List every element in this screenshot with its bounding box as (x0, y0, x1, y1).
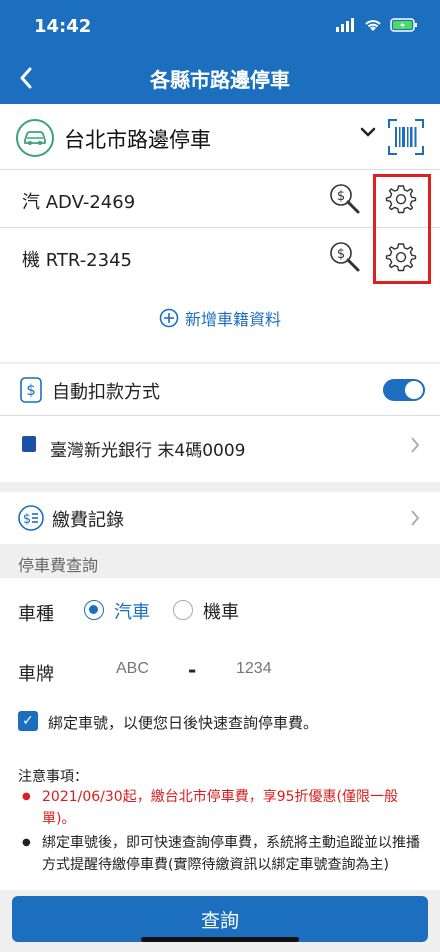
bank-icon (22, 436, 36, 452)
app-header: 14:42 各縣市路邊停車 (0, 0, 440, 104)
svg-text:$: $ (26, 381, 36, 399)
gear-highlight-box (373, 174, 431, 284)
status-time: 14:42 (34, 16, 92, 37)
wifi-icon (365, 20, 381, 31)
page-title: 各縣市路邊停車 (150, 68, 290, 92)
autopay-row: $ 自動扣款方式 (0, 364, 440, 416)
barcode-icon[interactable] (387, 118, 425, 156)
query-button[interactable]: 查詢 (12, 896, 428, 942)
status-icons (336, 18, 418, 32)
notice-title: 注意事項： (18, 769, 88, 785)
radio-car-label[interactable]: 汽車 (114, 598, 150, 624)
autopay-toggle[interactable] (383, 379, 425, 401)
notice-item: 2021/06/30起，繳台北市停車費，享95折優惠(僅限一般單)。 (22, 786, 426, 830)
plate-prefix-input[interactable] (116, 660, 196, 678)
bank-account-row[interactable]: 臺灣新光銀行 末4碼0009 (0, 416, 440, 476)
radio-scooter[interactable] (173, 600, 193, 620)
radio-scooter-label[interactable]: 機車 (203, 598, 239, 624)
chevron-down-icon[interactable] (360, 126, 376, 138)
chevron-right-icon (411, 510, 420, 526)
signal-icon (336, 18, 354, 32)
dollar-list-icon: $ (18, 505, 44, 531)
bank-label: 臺灣新光銀行 末4碼0009 (50, 441, 246, 461)
svg-text:$: $ (23, 512, 31, 527)
notice-item: 綁定車號後，即可快速查詢停車費，系統將主動追蹤並以推播方式提醒待繳停車費(實際待… (22, 832, 426, 888)
dollar-refresh-icon: $ (20, 377, 42, 403)
search-dollar-icon[interactable]: $ (328, 240, 362, 274)
add-vehicle-label: 新增車籍資料 (184, 310, 281, 329)
query-section-title: 停車費查詢 (18, 556, 99, 575)
toggle-knob (405, 381, 423, 399)
payment-card: $ 自動扣款方式 臺灣新光銀行 末4碼0009 (0, 364, 440, 482)
bind-plate-checkbox[interactable]: ✓ (18, 711, 38, 731)
search-dollar-icon[interactable]: $ (328, 182, 362, 216)
svg-text:$: $ (337, 189, 345, 204)
plate-dash: - (188, 658, 197, 682)
svg-text:$: $ (337, 247, 345, 262)
plus-circle-icon (159, 308, 179, 328)
vehicle-label: 汽 ADV-2469 (22, 192, 136, 213)
add-vehicle-button[interactable]: 新增車籍資料 (0, 298, 440, 338)
bind-plate-label: 綁定車號，以便您日後快速查詢停車費。 (48, 714, 319, 732)
home-indicator (141, 937, 299, 942)
records-label: 繳費記錄 (52, 510, 124, 531)
radio-car[interactable] (84, 600, 104, 620)
city-selector[interactable]: 台北市路邊停車 (0, 104, 440, 170)
vehicle-type-label: 車種 (18, 604, 54, 625)
car-icon (16, 119, 54, 157)
plate-label: 車牌 (18, 664, 54, 685)
autopay-label: 自動扣款方式 (52, 382, 160, 403)
chevron-right-icon (411, 437, 420, 453)
city-name: 台北市路邊停車 (64, 128, 211, 152)
plate-number-input[interactable] (236, 660, 316, 678)
payment-records-row[interactable]: $ 繳費記錄 (0, 492, 440, 544)
query-card: 車種 汽車 機車 車牌 - ✓ 綁定車號，以便您日後快速查詢停車費。 注意事項：… (0, 578, 440, 890)
battery-icon (390, 18, 417, 32)
check-icon: ✓ (22, 713, 34, 729)
vehicle-label: 機 RTR-2345 (22, 250, 132, 271)
